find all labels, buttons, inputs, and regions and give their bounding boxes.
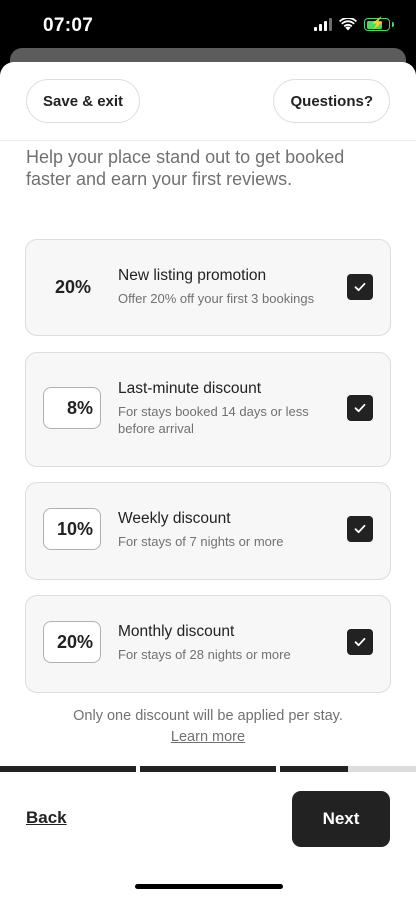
checkmark-icon (354, 282, 366, 292)
discount-description: Offer 20% off your first 3 bookings (118, 291, 315, 306)
discount-title: Weekly discount (118, 510, 231, 527)
discount-description: For stays booked 14 days or less before … (118, 404, 309, 436)
save-exit-button[interactable]: Save & exit (26, 79, 141, 123)
discount-description: For stays of 28 nights or more (118, 647, 291, 662)
questions-button[interactable]: Questions? (273, 79, 390, 123)
discount-checkbox[interactable] (347, 274, 373, 300)
discount-percent-input[interactable]: 8% (43, 387, 101, 429)
progress-segment-fill (280, 766, 348, 772)
discount-checkbox[interactable] (347, 629, 373, 655)
discount-card-monthly[interactable]: 20% Monthly discount For stays of 28 nig… (25, 595, 391, 693)
learn-more-link[interactable]: Learn more (0, 729, 416, 745)
progress-segment (280, 766, 416, 772)
checkmark-icon (354, 524, 366, 534)
discounts-sheet: Save & exit Questions? Help your place s… (0, 62, 416, 900)
discount-description: For stays of 7 nights or more (118, 534, 284, 549)
checkmark-icon (354, 403, 366, 413)
checkmark-icon (354, 637, 366, 647)
discount-percent: 20% (54, 277, 92, 297)
progress-segment-fill (0, 766, 136, 772)
discount-card-weekly[interactable]: 10% Weekly discount For stays of 7 night… (25, 482, 391, 580)
progress-bar (0, 766, 416, 772)
discount-card-last-minute[interactable]: 8% Last-minute discount For stays booked… (25, 352, 391, 467)
discount-card-new-listing[interactable]: 20% New listing promotion Offer 20% off … (25, 239, 391, 336)
discount-title: Monthly discount (118, 623, 235, 640)
discount-footnote: Only one discount will be applied per st… (73, 708, 343, 724)
next-button[interactable]: Next (292, 791, 390, 847)
discount-title: Last-minute discount (118, 380, 262, 397)
progress-segment (140, 766, 276, 772)
discount-percent-input[interactable]: 10% (43, 508, 101, 550)
status-icons: ⚡ (314, 17, 394, 31)
discount-percent-input[interactable]: 20% (43, 621, 101, 663)
status-time: 07:07 (43, 15, 94, 36)
home-indicator (135, 884, 283, 889)
back-button[interactable]: Back (26, 808, 67, 828)
cellular-signal-icon (314, 18, 332, 31)
progress-segment (0, 766, 136, 772)
status-bar: 07:07 ⚡ (0, 0, 416, 54)
discount-checkbox[interactable] (347, 395, 373, 421)
wifi-icon (339, 18, 357, 31)
header: Save & exit Questions? (0, 62, 416, 141)
discount-title: New listing promotion (118, 267, 267, 284)
battery-charging-icon: ⚡ (364, 17, 394, 31)
discount-checkbox[interactable] (347, 516, 373, 542)
progress-segment-fill (140, 766, 276, 772)
intro-text: Help your place stand out to get booked … (26, 147, 345, 189)
